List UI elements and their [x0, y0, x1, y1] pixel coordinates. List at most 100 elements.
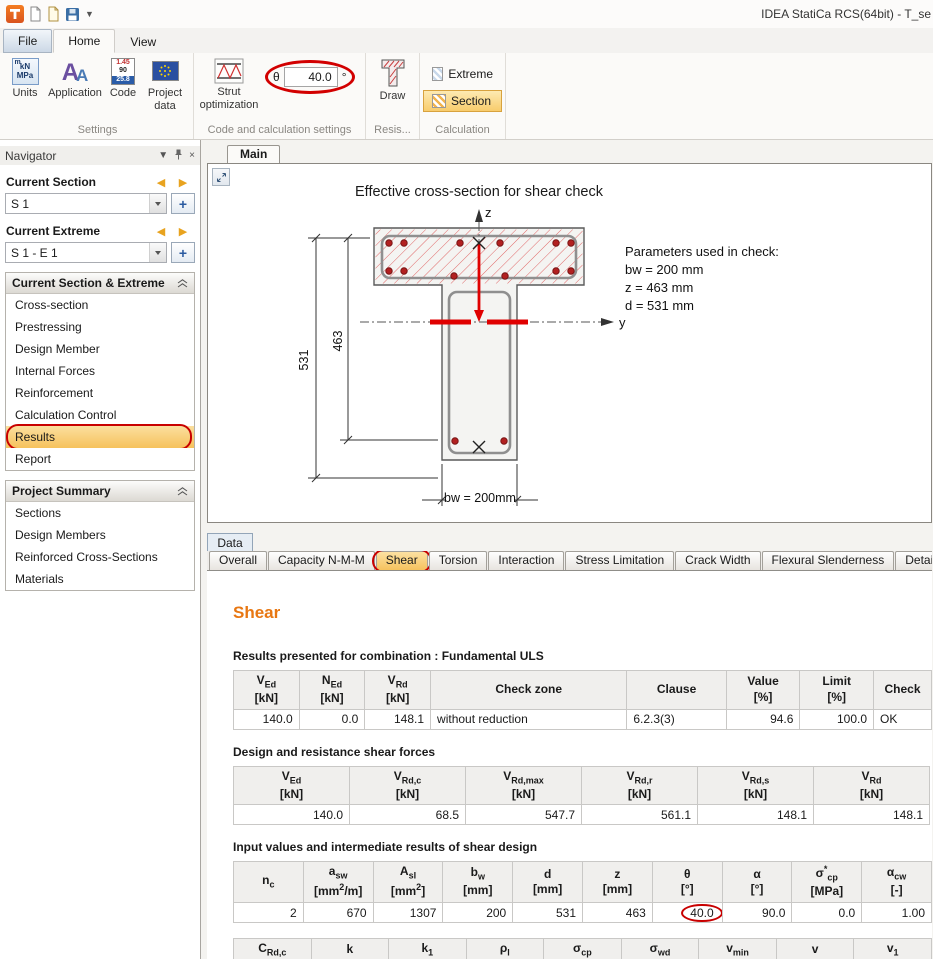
section-extreme-group-header[interactable]: Current Section & Extreme: [6, 273, 194, 294]
column-header: VEd[kN]: [234, 671, 300, 710]
ribbon-group-resistance: Draw Resis...: [366, 53, 420, 139]
column-header: VRd[kN]: [814, 766, 930, 805]
column-header: NEd[kN]: [299, 671, 365, 710]
code-icon: 1.45 90 25.8: [111, 58, 135, 85]
window-title: IDEA StatiCa RCS(64bit) - T_se: [761, 7, 931, 21]
extreme-button[interactable]: Extreme: [423, 63, 502, 85]
nav-item-internal-forces[interactable]: Internal Forces: [6, 360, 194, 382]
navigator-menu-icon[interactable]: ▼: [158, 151, 168, 161]
project-data-button[interactable]: Project data: [141, 55, 189, 112]
theta-input[interactable]: 40.0: [284, 67, 338, 87]
column-header: VRd,r[kN]: [582, 766, 698, 805]
column-header: z[mm]: [583, 862, 653, 903]
ribbon-group-label-settings: Settings: [5, 123, 190, 139]
add-section-button[interactable]: +: [171, 193, 195, 214]
forces-section-title: Design and resistance shear forces: [233, 745, 932, 759]
result-tab-torsion[interactable]: Torsion: [429, 551, 488, 570]
ribbon-group-calculation: Extreme Section Calculation: [420, 53, 506, 139]
close-icon[interactable]: ×: [189, 151, 195, 161]
nav-item-reinforced-cross-sections[interactable]: Reinforced Cross-Sections: [6, 546, 194, 568]
nav-item-reinforcement[interactable]: Reinforcement: [6, 382, 194, 404]
result-tab-interaction[interactable]: Interaction: [488, 551, 564, 570]
code-button[interactable]: 1.45 90 25.8 Code: [105, 55, 141, 100]
nav-item-design-member[interactable]: Design Member: [6, 338, 194, 360]
nav-item-design-members[interactable]: Design Members: [6, 524, 194, 546]
shear-input-table-1: ncasw[mm2/m]Asl[mm2]bw[mm]d[mm]z[mm]θ[°]…: [233, 861, 932, 923]
column-header: VEd[kN]: [234, 766, 350, 805]
table-cell: 1.00: [862, 903, 932, 923]
menu-tab-view[interactable]: View: [116, 31, 170, 53]
column-header: σcp[MPa]: [544, 939, 622, 959]
code-label: Code: [110, 87, 136, 100]
result-tab-stress-limitation[interactable]: Stress Limitation: [565, 551, 674, 570]
result-tab-overall[interactable]: Overall: [209, 551, 267, 570]
column-header: Clause: [627, 671, 726, 710]
table-cell: 463: [583, 903, 653, 923]
column-header: bw[mm]: [443, 862, 513, 903]
result-tab-strip: OverallCapacity N-M-MShearTorsionInterac…: [207, 551, 932, 571]
strut-optimization-button[interactable]: Strut optimization: [197, 55, 261, 111]
result-tab-detai[interactable]: Detai: [895, 551, 932, 570]
result-tab-flexural-slenderness[interactable]: Flexural Slenderness: [762, 551, 895, 570]
previous-extreme-button[interactable]: ◀: [150, 223, 172, 239]
navigator-header: Navigator ▼ ×: [0, 146, 200, 165]
column-header: ρl[-]: [466, 939, 544, 959]
column-header: d[mm]: [513, 862, 583, 903]
table-cell: 6.2.3(3): [627, 709, 726, 729]
main-area: Main Effective cross-section for shear c…: [201, 140, 933, 959]
result-tab-shear[interactable]: Shear: [376, 551, 428, 570]
collapse-chevron-icon: [177, 279, 188, 288]
current-extreme-select[interactable]: S 1 - E 1: [5, 242, 167, 263]
current-section-select[interactable]: S 1: [5, 193, 167, 214]
chevron-down-icon[interactable]: [149, 243, 166, 262]
nav-item-report[interactable]: Report: [6, 448, 194, 470]
qat-dropdown-icon[interactable]: ▼: [85, 9, 94, 19]
ribbon-group-code-calc: Strut optimization θ 40.0 ° Code and cal…: [194, 53, 366, 139]
nav-item-prestressing[interactable]: Prestressing: [6, 316, 194, 338]
draw-button[interactable]: Draw: [371, 55, 415, 103]
shear-check-table: VEd[kN]NEd[kN]VRd[kN]Check zoneClauseVal…: [233, 670, 932, 730]
application-button[interactable]: A A Application: [45, 55, 105, 100]
svg-text:z = 463 mm: z = 463 mm: [625, 280, 693, 295]
extreme-label: Extreme: [448, 67, 493, 81]
nav-item-materials[interactable]: Materials: [6, 568, 194, 590]
column-header: Limit[%]: [800, 671, 874, 710]
result-tab-crack-width[interactable]: Crack Width: [675, 551, 760, 570]
pin-icon[interactable]: [174, 149, 183, 163]
units-icon-text: MPa: [17, 72, 33, 81]
open-document-icon[interactable]: [47, 6, 60, 22]
menu-tab-home[interactable]: Home: [53, 29, 115, 53]
data-panel-tab[interactable]: Data: [207, 533, 253, 551]
project-summary-group-header[interactable]: Project Summary: [6, 481, 194, 502]
column-header: nc: [234, 862, 304, 903]
new-document-icon[interactable]: [29, 6, 42, 22]
nav-item-cross-section[interactable]: Cross-section: [6, 294, 194, 316]
menu-tab-file[interactable]: File: [3, 29, 52, 53]
project-summary-item-list: SectionsDesign MembersReinforced Cross-S…: [6, 502, 194, 590]
navigator-title: Navigator: [5, 149, 56, 163]
fit-view-button[interactable]: [212, 168, 230, 186]
units-button[interactable]: m kN MPa Units: [5, 55, 45, 100]
column-header: Asl[mm2]: [373, 862, 443, 903]
extreme-icon: [432, 67, 443, 81]
section-extreme-group: Current Section & Extreme Cross-sectionP…: [5, 272, 195, 471]
result-tab-capacity-n-m-m[interactable]: Capacity N-M-M: [268, 551, 375, 570]
nav-item-calculation-control[interactable]: Calculation Control: [6, 404, 194, 426]
dimension-z-label: 463: [331, 331, 345, 352]
previous-section-button[interactable]: ◀: [150, 174, 172, 190]
add-extreme-button[interactable]: +: [171, 242, 195, 263]
app-logo-icon[interactable]: [6, 5, 24, 23]
nav-item-results[interactable]: Results: [6, 426, 194, 448]
next-extreme-button[interactable]: ▶: [172, 223, 194, 239]
section-icon: [432, 94, 446, 108]
main-view-tab[interactable]: Main: [227, 145, 280, 163]
nav-item-sections[interactable]: Sections: [6, 502, 194, 524]
table-cell: 148.1: [814, 805, 930, 825]
next-section-button[interactable]: ▶: [172, 174, 194, 190]
ribbon-group-settings: m kN MPa Units A A Application 1.45: [2, 53, 194, 139]
units-icon: m kN MPa: [12, 58, 39, 85]
section-button[interactable]: Section: [423, 90, 502, 112]
chevron-down-icon[interactable]: [149, 194, 166, 213]
table-cell: 140.0: [234, 709, 300, 729]
save-icon[interactable]: [65, 7, 80, 22]
